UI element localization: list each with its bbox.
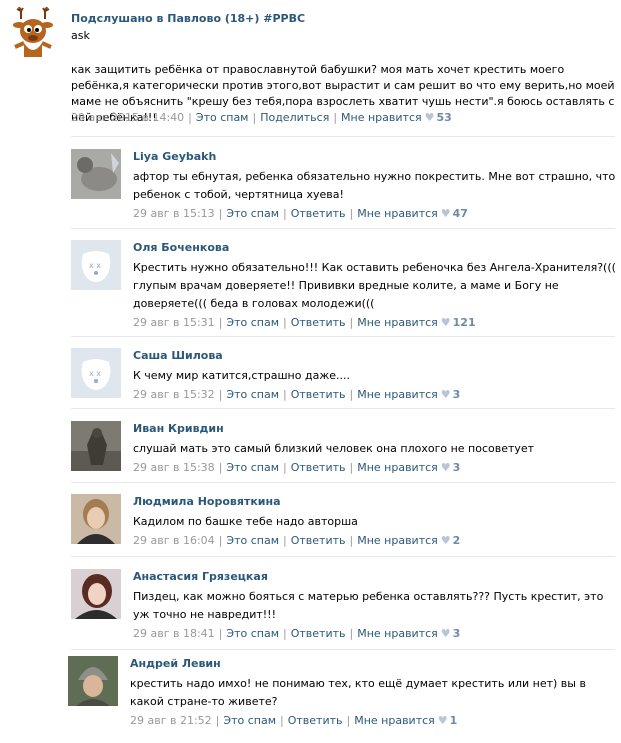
like-count: 47 (452, 207, 468, 220)
comment-author[interactable]: Андрей Левин (130, 657, 618, 673)
heart-icon[interactable]: ♥ (435, 714, 450, 727)
like-link[interactable]: Мне нравится (357, 627, 438, 640)
like-count: 1 (449, 714, 458, 727)
comment-author[interactable]: Liya Geybakh (133, 150, 621, 166)
comment-author[interactable]: Людмила Норовяткина (133, 495, 621, 511)
divider (71, 482, 615, 483)
avatar[interactable] (68, 656, 118, 706)
comment-text: Пиздец, как можно бояться с матерью ребе… (133, 590, 604, 621)
svg-text:x x: x x (89, 369, 101, 378)
like-count: 3 (452, 627, 461, 640)
heart-icon[interactable]: ♥ (438, 534, 453, 547)
heart-icon[interactable]: ♥ (438, 388, 453, 401)
like-link[interactable]: Мне нравится (357, 388, 438, 401)
like-count: 3 (452, 388, 461, 401)
like-link[interactable]: Мне нравится (357, 316, 438, 329)
spam-link[interactable]: Это спам (226, 461, 279, 474)
divider (71, 228, 615, 229)
share-link[interactable]: Поделиться (260, 111, 329, 124)
reply-link[interactable]: Ответить (291, 316, 346, 329)
comment-date[interactable]: 29 авг в 15:32 (133, 388, 215, 401)
comment-text: афтор ты ебнутая, ребенка обязательно ну… (133, 170, 616, 201)
avatar[interactable]: x x (71, 240, 121, 290)
comment-text: Кадилом по башке тебе надо авторша (133, 515, 358, 528)
comment-text: крестить надо имхо! не понимаю тех, кто … (130, 677, 586, 708)
like-link[interactable]: Мне нравится (357, 207, 438, 220)
comment-meta: 29 авг в 16:04 | Это спам | Ответить | Мне нра… (133, 534, 461, 547)
spam-link[interactable]: Это спам (226, 627, 279, 640)
spam-link[interactable]: Это спам (223, 714, 276, 727)
comment-meta: 29 авг в 15:31 | Это спам | Ответить | Мне нра… (133, 316, 476, 329)
like-count: 2 (452, 534, 461, 547)
comment-meta: 29 авг в 21:52 | Это спам | Ответить | Мне нра… (130, 714, 458, 727)
comment-author[interactable]: Саша Шилова (133, 349, 621, 365)
divider (71, 649, 615, 650)
like-link[interactable]: Мне нравится (357, 534, 438, 547)
like-link[interactable]: Мне нравится (341, 111, 422, 124)
avatar[interactable] (71, 421, 121, 471)
like-count: 3 (452, 461, 461, 474)
comment-date[interactable]: 29 авг в 18:41 (133, 627, 215, 640)
divider (71, 336, 615, 337)
comment-text: слушай мать это самый близкий человек он… (133, 442, 535, 455)
heart-icon[interactable]: ♥ (422, 111, 437, 124)
reply-link[interactable]: Ответить (291, 461, 346, 474)
spam-link[interactable]: Это спам (226, 388, 279, 401)
reply-link[interactable]: Ответить (291, 627, 346, 640)
like-link[interactable]: Мне нравится (357, 461, 438, 474)
avatar[interactable]: x x (71, 348, 121, 398)
comment-meta: 29 авг в 18:41 | Это спам | Ответить | Мне нра… (133, 627, 461, 640)
reply-link[interactable]: Ответить (291, 388, 346, 401)
heart-icon[interactable]: ♥ (438, 316, 453, 329)
reply-link[interactable]: Ответить (291, 207, 346, 220)
reply-link[interactable]: Ответить (291, 534, 346, 547)
comment-author[interactable]: Оля Боченкова (133, 241, 621, 257)
comment-date[interactable]: 29 авг в 16:04 (133, 534, 215, 547)
like-count: 121 (452, 316, 476, 329)
avatar[interactable] (71, 494, 121, 544)
comment-date[interactable]: 29 авг в 15:13 (133, 207, 215, 220)
comment-meta: 29 авг в 15:38 | Это спам | Ответить | Мне нра… (133, 461, 461, 474)
group-avatar[interactable] (7, 6, 59, 63)
comment-meta: 29 авг в 15:13 | Это спам | Ответить | Мне нра… (133, 207, 468, 220)
comment-text: Крестить нужно обязательно!!! Как остави… (133, 261, 616, 310)
avatar[interactable] (71, 149, 121, 199)
comment-date[interactable]: 29 авг в 21:52 (130, 714, 212, 727)
comment-date[interactable]: 29 авг в 15:31 (133, 316, 215, 329)
spam-link[interactable]: Это спам (226, 316, 279, 329)
heart-icon[interactable]: ♥ (438, 627, 453, 640)
heart-icon[interactable]: ♥ (438, 207, 453, 220)
reply-link[interactable]: Ответить (288, 714, 343, 727)
divider (71, 556, 615, 557)
spam-link[interactable]: Это спам (226, 207, 279, 220)
like-link[interactable]: Мне нравится (354, 714, 435, 727)
spam-link[interactable]: Это спам (226, 534, 279, 547)
comment-meta: 29 авг в 15:32 | Это спам | Ответить | Мне нра… (133, 388, 461, 401)
comment-date[interactable]: 29 авг в 15:38 (133, 461, 215, 474)
comment-author[interactable]: Иван Кривдин (133, 422, 621, 438)
comment-text: К чему мир катится,страшно даже.... (133, 369, 350, 382)
heart-icon[interactable]: ♥ (438, 461, 453, 474)
like-count: 53 (436, 111, 452, 124)
comment-author[interactable]: Анастасия Грязецкая (133, 570, 621, 586)
avatar[interactable] (71, 569, 121, 619)
post-author[interactable]: Подслушано в Павлово (18+) #РРВС (71, 12, 305, 25)
post-date[interactable]: 29 авг 2015 в 14:40 (71, 111, 184, 124)
divider (71, 136, 615, 137)
wall-post: Подслушано в Павлово (18+) #РРВС ask как… (0, 0, 621, 743)
post-subtitle: ask (71, 29, 90, 42)
post-meta: 29 авг 2015 в 14:40 | Это спам | Поделиться |… (71, 111, 452, 124)
divider (71, 408, 615, 409)
spam-link[interactable]: Это спам (196, 111, 249, 124)
svg-text:x x: x x (89, 261, 101, 270)
